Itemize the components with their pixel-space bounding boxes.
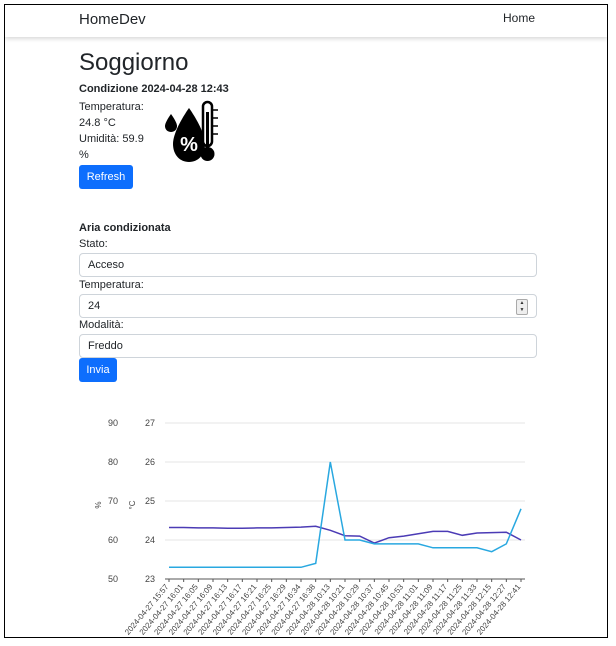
- navbar-brand[interactable]: HomeDev: [79, 11, 146, 28]
- sensor-readings: Temperatura: 24.8 °C Umidità: 59.9 %: [79, 99, 149, 163]
- refresh-button[interactable]: Refresh: [79, 165, 133, 189]
- temperature-label: Temperatura:: [79, 101, 144, 113]
- temperature-value: 24.8 °C: [79, 117, 116, 129]
- humidity-temperature-icon: %: [165, 100, 218, 162]
- ac-section-title: Aria condizionata: [79, 222, 171, 234]
- right-axis-tick-label: 23: [145, 574, 155, 584]
- condition-heading: Condizione 2024-04-28 12:43: [79, 83, 229, 95]
- svg-text:%: %: [180, 134, 198, 156]
- series-line-2: [169, 461, 522, 569]
- left-axis-tick-label: 80: [108, 457, 118, 467]
- right-axis-tick-label: 24: [145, 535, 155, 545]
- state-field[interactable]: Acceso: [79, 253, 537, 277]
- mode-label: Modalità:: [79, 319, 124, 331]
- browser-viewport: HomeDev Home Soggiorno Condizione 2024-0…: [4, 4, 608, 638]
- sensor-history-chart: 50607080902324252627% °C2024-04-27 15:572…: [94, 418, 525, 637]
- temperature-setting-label: Temperatura:: [79, 279, 144, 291]
- temperature-setting-input[interactable]: 24 ▲ ▼: [79, 294, 537, 318]
- left-axis-tick-label: 90: [108, 418, 118, 428]
- humidity-unit: %: [79, 149, 89, 161]
- right-axis-tick-label: 26: [145, 457, 155, 467]
- state-label: Stato:: [79, 238, 108, 250]
- left-axis-tick-label: 50: [108, 574, 118, 584]
- right-axis-tick-label: 27: [145, 418, 155, 428]
- temperature-setting-value: 24: [88, 300, 101, 312]
- left-axis-tick-label: 60: [108, 535, 118, 545]
- submit-button[interactable]: Invia: [79, 358, 117, 382]
- nav-link-home[interactable]: Home: [503, 11, 535, 25]
- page-title: Soggiorno: [79, 49, 189, 76]
- mode-field[interactable]: Freddo: [79, 334, 537, 358]
- navbar: HomeDev Home: [5, 5, 607, 37]
- left-axis-unit: %: [94, 501, 103, 508]
- left-axis-tick-label: 70: [108, 496, 118, 506]
- right-axis-unit: °C: [128, 500, 137, 509]
- humidity-label: Umidità: 59.9: [79, 133, 144, 145]
- number-spinner-icon[interactable]: ▲ ▼: [516, 299, 528, 315]
- right-axis-tick-label: 25: [145, 496, 155, 506]
